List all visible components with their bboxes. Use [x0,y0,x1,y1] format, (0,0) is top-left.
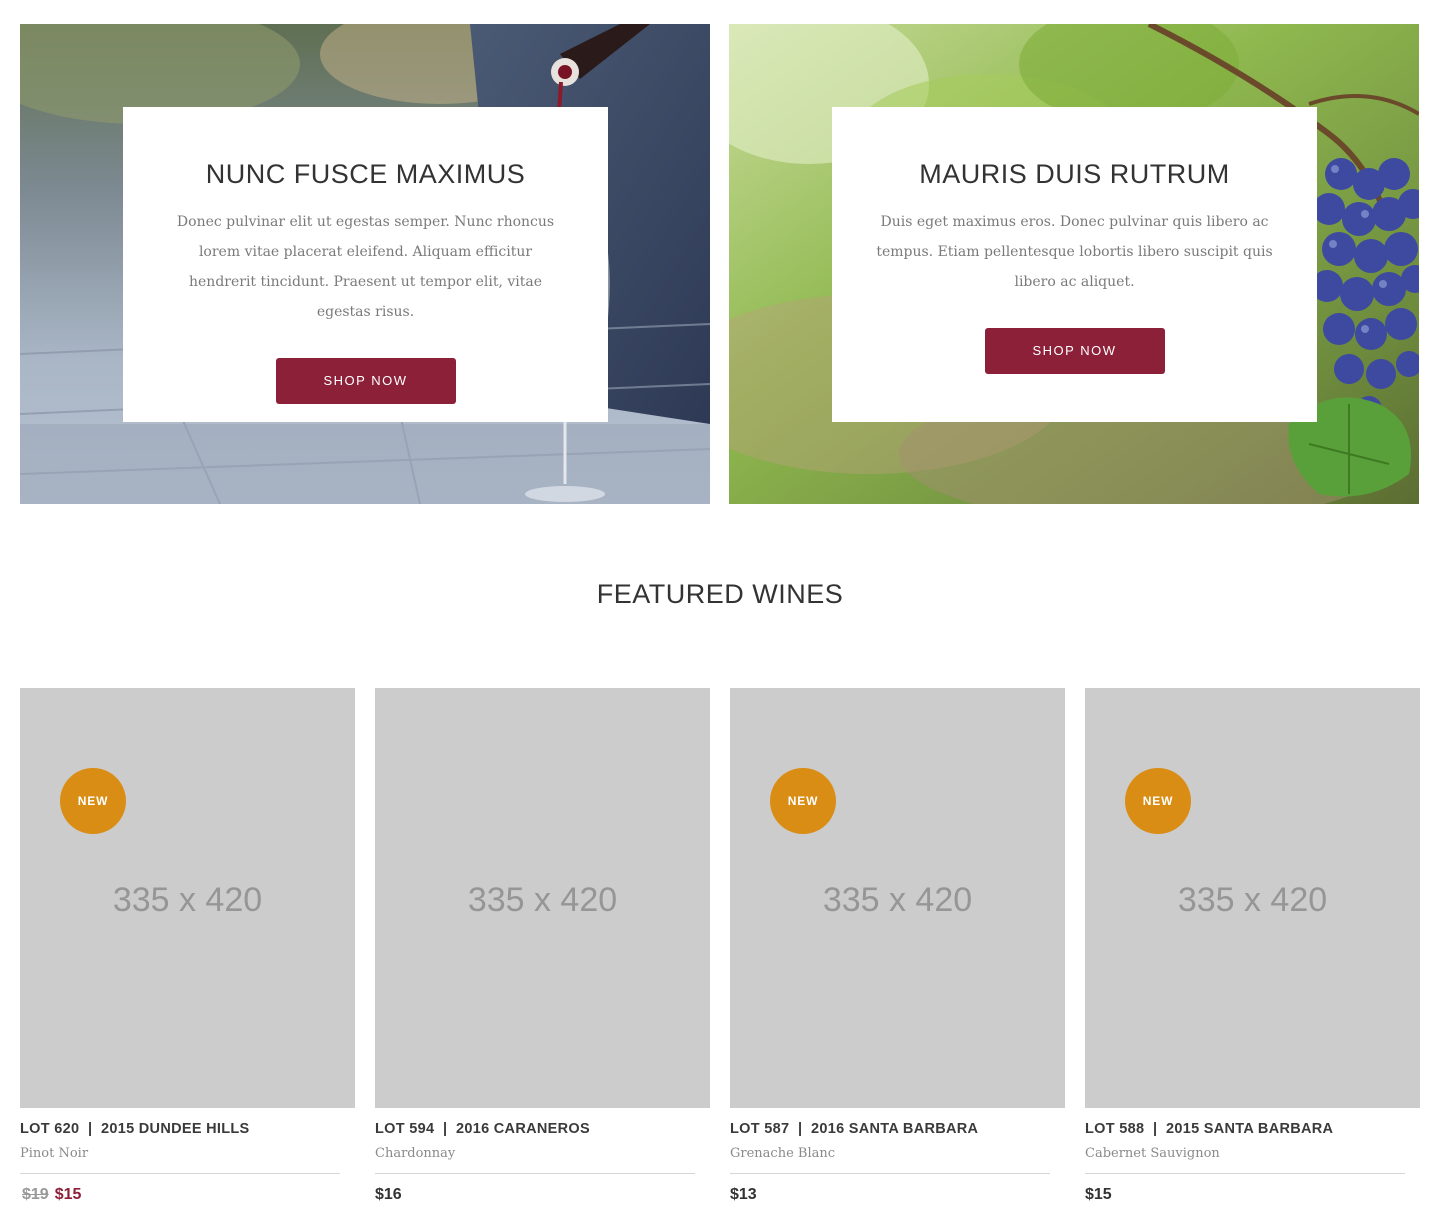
shop-now-button[interactable]: SHOP NOW [984,328,1165,374]
new-badge: NEW [60,768,126,834]
price-row: $19 $15 [20,1185,355,1205]
new-badge: NEW [770,768,836,834]
new-badge: NEW [1125,768,1191,834]
promo-title: NUNC FUSCE MAXIMUS [205,159,526,189]
product-title-link[interactable]: LOT 620 | 2015 DUNDEE HILLS [20,1121,355,1137]
promo-title: MAURIS DUIS RUTRUM [919,159,1230,189]
product-card[interactable]: NEW 335 x 420 LOT 620 | 2015 DUNDEE HILL… [20,688,355,1205]
product-varietal: Pinot Noir [20,1146,89,1161]
featured-wines-heading: FEATURED WINES [596,579,844,609]
promo-description: Donec pulvinar elit ut egestas semper. N… [176,214,555,320]
divider [20,1173,340,1174]
product-title-link[interactable]: LOT 587 | 2016 SANTA BARBARA [730,1121,1065,1137]
price-row: $13 [730,1185,1065,1205]
placeholder-dimensions: 335 x 420 [1177,880,1328,919]
price: $16 [375,1186,402,1203]
product-image-placeholder[interactable]: 335 x 420 [375,688,710,1108]
price-row: $15 [1085,1185,1420,1205]
price: $13 [730,1186,757,1203]
product-varietal: Grenache Blanc [730,1146,836,1161]
sale-price: $15 [54,1186,82,1203]
product-card[interactable]: 335 x 420 LOT 594 | 2016 CARANEROS Chard… [375,688,710,1205]
promo-card: NUNC FUSCE MAXIMUS Donec pulvinar elit u… [123,107,608,422]
promo-card: MAURIS DUIS RUTRUM Duis eget maximus ero… [832,107,1317,422]
divider [730,1173,1050,1174]
product-card[interactable]: NEW 335 x 420 LOT 587 | 2016 SANTA BARBA… [730,688,1065,1205]
placeholder-dimensions: 335 x 420 [467,880,618,919]
placeholder-dimensions: 335 x 420 [112,880,263,919]
original-price: $19 [22,1186,49,1203]
divider [375,1173,695,1174]
price-row: $16 [375,1185,710,1205]
product-varietal: Cabernet Sauvignon [1085,1146,1220,1161]
product-card[interactable]: NEW 335 x 420 LOT 588 | 2015 SANTA BARBA… [1085,688,1420,1205]
promo-description: Duis eget maximus eros. Donec pulvinar q… [876,214,1273,290]
price: $15 [1085,1186,1112,1203]
promo-banner-wine-pour: NUNC FUSCE MAXIMUS Donec pulvinar elit u… [20,24,710,504]
product-title-link[interactable]: LOT 588 | 2015 SANTA BARBARA [1085,1121,1420,1137]
product-image-placeholder[interactable]: NEW 335 x 420 [1085,688,1420,1108]
promo-banner-vineyard: MAURIS DUIS RUTRUM Duis eget maximus ero… [729,24,1419,504]
divider [1085,1173,1405,1174]
product-image-placeholder[interactable]: NEW 335 x 420 [20,688,355,1108]
product-varietal: Chardonnay [375,1146,456,1161]
product-title-link[interactable]: LOT 594 | 2016 CARANEROS [375,1121,710,1137]
product-image-placeholder[interactable]: NEW 335 x 420 [730,688,1065,1108]
placeholder-dimensions: 335 x 420 [822,880,973,919]
shop-now-button[interactable]: SHOP NOW [275,358,456,404]
